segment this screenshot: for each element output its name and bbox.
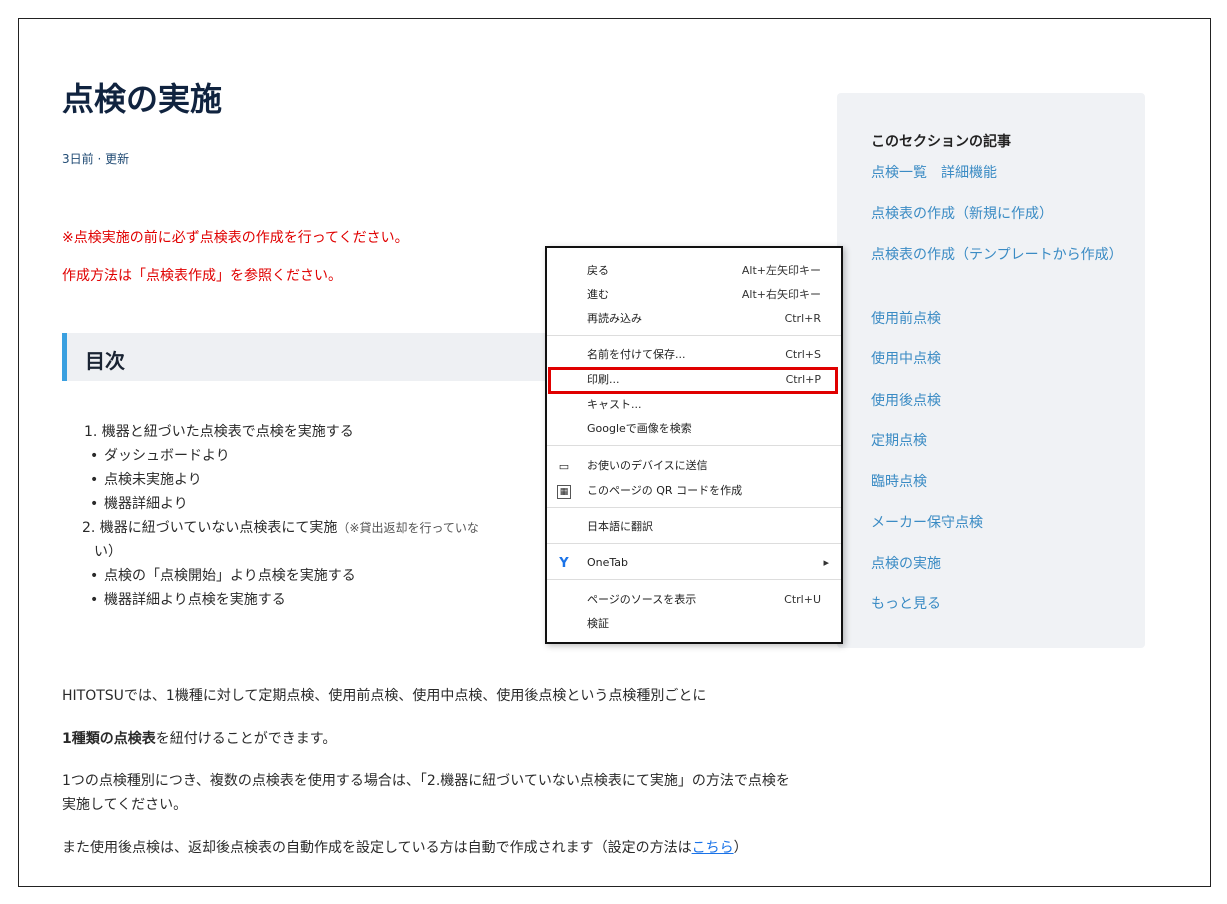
page-title: 点検の実施 [62, 80, 223, 118]
toc-title: 目次 [85, 349, 125, 373]
sidebar-more-link[interactable]: もっと見る [871, 594, 1121, 614]
settings-link[interactable]: こちら [692, 840, 734, 856]
paragraph-2-rest: を紐付けることができます。 [155, 731, 337, 747]
menu-item-inspect[interactable]: 検証 [587, 613, 821, 635]
qr-code-icon: ▦ [557, 485, 571, 499]
sidebar-link[interactable]: 点検の実施 [871, 554, 1121, 574]
menu-label: 日本語に翻訳 [587, 520, 653, 533]
sidebar-link[interactable]: 点検一覧 詳細機能 [871, 163, 1121, 183]
toc-header: 目次 [62, 333, 562, 381]
menu-item-send-to-device[interactable]: お使いのデバイスに送信 [587, 455, 821, 477]
menu-item-onetab[interactable]: OneTab ▸ [587, 552, 829, 574]
menu-separator [547, 507, 841, 508]
menu-separator [547, 445, 841, 446]
warning-text-2: 作成方法は「点検表作成」を参照ください。 [62, 268, 342, 284]
menu-label: お使いのデバイスに送信 [587, 459, 708, 472]
sidebar-link[interactable]: 使用後点検 [871, 391, 1121, 411]
context-menu: 戻る Alt+左矢印キー 進む Alt+右矢印キー 再読み込み Ctrl+R 名前を付… [545, 246, 843, 644]
menu-shortcut: Ctrl+S [785, 348, 821, 361]
menu-item-google-image-search[interactable]: Googleで画像を検索 [587, 418, 821, 440]
onetab-icon: Y [559, 556, 569, 571]
sidebar-link[interactable]: 臨時点検 [871, 472, 1121, 492]
toc-subitem[interactable]: 点検未実施より [90, 468, 202, 492]
menu-separator [547, 543, 841, 544]
toc-subitem[interactable]: 機器詳細より [90, 492, 188, 516]
menu-label: このページの QR コードを作成 [587, 484, 743, 497]
paragraph-1: HITOTSUでは、1機種に対して定期点検、使用前点検、使用中点検、使用後点検と… [62, 688, 707, 704]
device-icon: ▭ [558, 460, 570, 473]
toc-subitem[interactable]: 機器詳細より点検を実施する [90, 588, 286, 612]
menu-label: 検証 [587, 617, 609, 630]
sidebar-link[interactable]: 使用前点検 [871, 309, 1121, 329]
menu-item-forward[interactable]: 進む Alt+右矢印キー [587, 284, 821, 306]
paragraph-4: また使用後点検は、返却後点検表の自動作成を設定している方は自動で作成されます（設… [62, 836, 807, 860]
sidebar-link[interactable]: メーカー保守点検 [871, 513, 1121, 533]
menu-shortcut: Alt+右矢印キー [741, 288, 821, 301]
toc-subitem[interactable]: ダッシュボードより [90, 444, 230, 468]
sidebar-link[interactable]: 点検表の作成（新規に作成） [871, 204, 1121, 224]
menu-item-save-as[interactable]: 名前を付けて保存... Ctrl+S [587, 344, 821, 366]
menu-label: 名前を付けて保存... [587, 348, 686, 361]
menu-label: Googleで画像を検索 [587, 422, 692, 435]
bold-text: 1種類の点検表 [62, 731, 156, 747]
menu-separator [547, 579, 841, 580]
article-meta: 3日前 · 更新 [62, 152, 130, 166]
toc-item-2[interactable]: 2. 機器に紐づいていない点検表にて実施（※貸出返却を行っていな [82, 516, 479, 540]
menu-item-back[interactable]: 戻る Alt+左矢印キー [587, 260, 821, 282]
menu-label: OneTab [587, 556, 629, 569]
sidebar-title: このセクションの記事 [871, 134, 1011, 150]
section-sidebar: このセクションの記事 点検一覧 詳細機能 点検表の作成（新規に作成） 点検表の作… [837, 93, 1145, 648]
menu-label: 進む [587, 288, 609, 301]
menu-label: ページのソースを表示 [587, 593, 697, 606]
menu-separator [547, 335, 841, 336]
menu-shortcut: Ctrl+U [784, 593, 821, 606]
warning-text-1: ※点検実施の前に必ず点検表の作成を行ってください。 [62, 230, 409, 246]
menu-label: 戻る [587, 264, 609, 277]
submenu-arrow-icon: ▸ [823, 556, 829, 569]
menu-item-translate[interactable]: 日本語に翻訳 [587, 516, 821, 538]
toc-item-2-note: （※貸出返却を行っていな [337, 521, 479, 535]
toc-item-2-label: 2. 機器に紐づいていない点検表にて実施 [82, 520, 338, 536]
paragraph-4-end: ） [733, 840, 748, 856]
paragraph-3: 1つの点検種別につき、複数の点検表を使用する場合は、「2.機器に紐づいていない点… [62, 773, 790, 813]
toc-subitem[interactable]: 点検の「点検開始」より点検を実施する [90, 564, 356, 588]
sidebar-link[interactable]: 点検表の作成（テンプレートから作成） [871, 245, 1123, 265]
menu-item-view-source[interactable]: ページのソースを表示 Ctrl+U [587, 589, 821, 611]
menu-label: キャスト... [587, 398, 642, 411]
menu-shortcut: Alt+左矢印キー [741, 264, 821, 277]
print-highlight-box [548, 367, 838, 394]
menu-item-qr-code[interactable]: このページの QR コードを作成 [587, 480, 821, 502]
toc-item-1[interactable]: 1. 機器と紐づいた点検表で点検を実施する [84, 420, 354, 444]
menu-label: 再読み込み [587, 312, 642, 325]
paragraph-2: 1種類の点検表を紐付けることができます。 [62, 727, 822, 751]
menu-shortcut: Ctrl+R [784, 312, 821, 325]
sidebar-link[interactable]: 使用中点検 [871, 349, 1121, 369]
paragraph-4-text: また使用後点検は、返却後点検表の自動作成を設定している方は自動で作成されます（設… [62, 840, 692, 856]
toc-item-2-tail: い） [94, 544, 122, 560]
sidebar-link[interactable]: 定期点検 [871, 431, 1121, 451]
menu-item-cast[interactable]: キャスト... [587, 394, 821, 416]
menu-item-reload[interactable]: 再読み込み Ctrl+R [587, 308, 821, 330]
